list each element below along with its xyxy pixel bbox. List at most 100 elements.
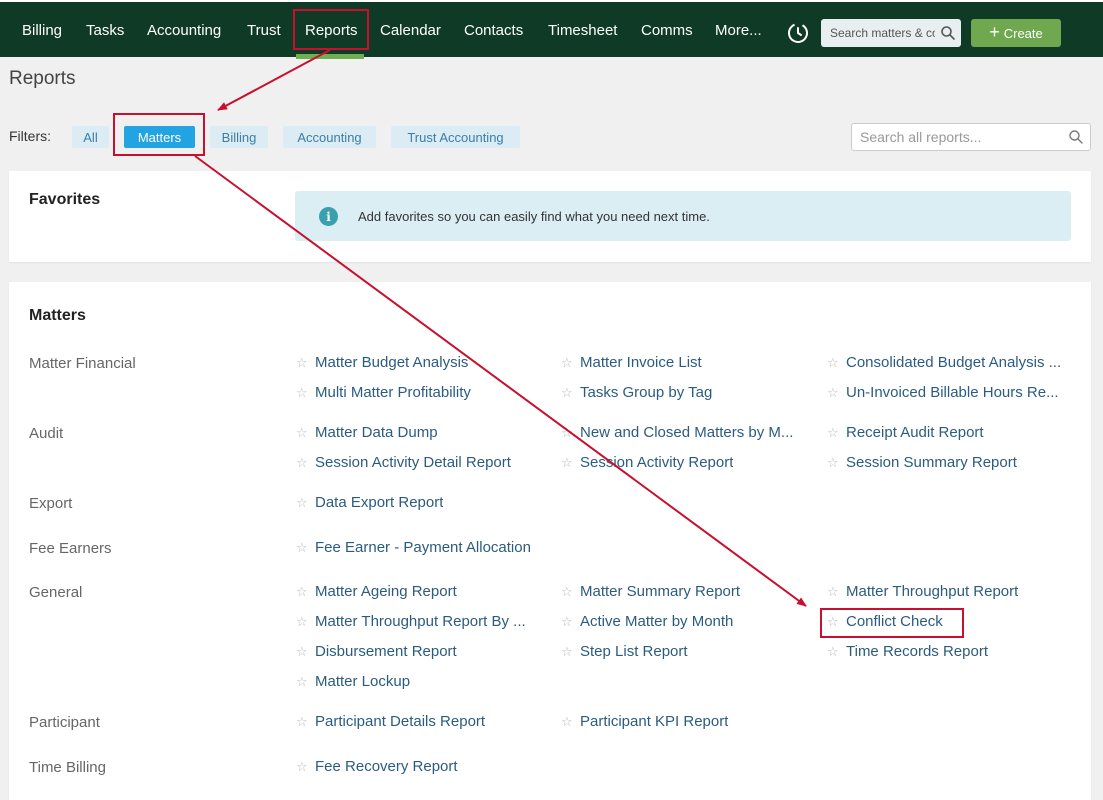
report-link[interactable]: ☆ New and Closed Matters by M... xyxy=(561,424,793,441)
star-icon[interactable]: ☆ xyxy=(296,425,309,441)
nav-more[interactable]: More... xyxy=(715,22,762,39)
report-link[interactable]: ☆ Receipt Audit Report xyxy=(827,424,984,441)
report-label: Disbursement Report xyxy=(315,643,457,660)
star-icon[interactable]: ☆ xyxy=(296,540,309,556)
report-label: Multi Matter Profitability xyxy=(315,384,471,401)
star-icon[interactable]: ☆ xyxy=(561,355,574,371)
report-link[interactable]: ☆ Multi Matter Profitability xyxy=(296,384,471,401)
search-icon[interactable] xyxy=(940,25,956,41)
nav-billing[interactable]: Billing xyxy=(22,22,62,39)
report-link[interactable]: ☆ Session Summary Report xyxy=(827,454,1017,471)
star-icon[interactable]: ☆ xyxy=(296,759,309,775)
category-general: General xyxy=(29,584,83,601)
nav-timesheet[interactable]: Timesheet xyxy=(548,22,617,39)
star-icon[interactable]: ☆ xyxy=(827,584,840,600)
report-link[interactable]: ☆ Disbursement Report xyxy=(296,643,457,660)
report-label: Data Export Report xyxy=(315,494,444,511)
report-link[interactable]: ☆ Step List Report xyxy=(561,643,688,660)
report-label: Matter Throughput Report xyxy=(846,583,1019,600)
star-icon[interactable]: ☆ xyxy=(827,425,840,441)
report-link[interactable]: ☆ Active Matter by Month xyxy=(561,613,733,630)
star-icon[interactable]: ☆ xyxy=(827,614,840,630)
nav-trust[interactable]: Trust xyxy=(247,22,281,39)
report-label: Tasks Group by Tag xyxy=(580,384,713,401)
star-icon[interactable]: ☆ xyxy=(561,644,574,660)
report-link[interactable]: ☆ Consolidated Budget Analysis ... xyxy=(827,354,1061,371)
star-icon[interactable]: ☆ xyxy=(296,614,309,630)
top-nav: Billing Tasks Accounting Trust Reports C… xyxy=(0,0,1103,59)
nav-tasks[interactable]: Tasks xyxy=(86,22,124,39)
report-link-conflict-check[interactable]: ☆ Conflict Check xyxy=(827,613,943,630)
report-label: Fee Earner - Payment Allocation xyxy=(315,539,531,556)
report-label: Session Activity Report xyxy=(580,454,734,471)
star-icon[interactable]: ☆ xyxy=(296,495,309,511)
report-link[interactable]: ☆ Matter Budget Analysis xyxy=(296,354,468,371)
report-label: Consolidated Budget Analysis ... xyxy=(846,354,1062,371)
report-link[interactable]: ☆ Session Activity Detail Report xyxy=(296,454,511,471)
filter-chip-billing[interactable]: Billing xyxy=(210,126,268,148)
star-icon[interactable]: ☆ xyxy=(561,455,574,471)
star-icon[interactable]: ☆ xyxy=(561,714,574,730)
report-label: Step List Report xyxy=(580,643,688,660)
report-search-input[interactable] xyxy=(851,123,1091,151)
nav-active-indicator xyxy=(296,54,364,59)
report-link[interactable]: ☆ Matter Lockup xyxy=(296,673,410,690)
category-export: Export xyxy=(29,495,73,512)
report-link[interactable]: ☆ Participant KPI Report xyxy=(561,713,728,730)
report-link[interactable]: ☆ Matter Ageing Report xyxy=(296,583,457,600)
history-icon[interactable] xyxy=(786,21,810,45)
report-link[interactable]: ☆ Un-Invoiced Billable Hours Re... xyxy=(827,384,1059,401)
report-link[interactable]: ☆ Matter Invoice List xyxy=(561,354,702,371)
report-label: Session Activity Detail Report xyxy=(315,454,511,471)
info-icon: i xyxy=(319,207,338,226)
filter-chip-matters[interactable]: Matters xyxy=(124,126,195,148)
filter-chip-accounting[interactable]: Accounting xyxy=(283,126,376,148)
star-icon[interactable]: ☆ xyxy=(561,584,574,600)
star-icon[interactable]: ☆ xyxy=(827,385,840,401)
nav-comms[interactable]: Comms xyxy=(641,22,693,39)
nav-reports[interactable]: Reports xyxy=(305,22,358,39)
search-icon[interactable] xyxy=(1068,129,1084,145)
report-link[interactable]: ☆ Data Export Report xyxy=(296,494,443,511)
star-icon[interactable]: ☆ xyxy=(827,455,840,471)
star-icon[interactable]: ☆ xyxy=(296,674,309,690)
create-button[interactable]: + Create xyxy=(971,19,1061,47)
report-link[interactable]: ☆ Matter Throughput Report By ... xyxy=(296,613,526,630)
star-icon[interactable]: ☆ xyxy=(296,644,309,660)
star-icon[interactable]: ☆ xyxy=(296,385,309,401)
report-link[interactable]: ☆ Fee Recovery Report xyxy=(296,758,458,775)
nav-calendar[interactable]: Calendar xyxy=(380,22,441,39)
star-icon[interactable]: ☆ xyxy=(296,584,309,600)
star-icon[interactable]: ☆ xyxy=(827,355,840,371)
report-link[interactable]: ☆ Participant Details Report xyxy=(296,713,485,730)
star-icon[interactable]: ☆ xyxy=(296,355,309,371)
report-link[interactable]: ☆ Fee Earner - Payment Allocation xyxy=(296,539,531,556)
report-link[interactable]: ☆ Matter Throughput Report xyxy=(827,583,1018,600)
filters-label: Filters: xyxy=(9,128,51,144)
favorites-info-box: i Add favorites so you can easily find w… xyxy=(295,191,1071,241)
report-label: Receipt Audit Report xyxy=(846,424,984,441)
star-icon[interactable]: ☆ xyxy=(561,614,574,630)
report-label: New and Closed Matters by M... xyxy=(580,424,794,441)
nav-accounting[interactable]: Accounting xyxy=(147,22,221,39)
report-link[interactable]: ☆ Time Records Report xyxy=(827,643,988,660)
nav-contacts[interactable]: Contacts xyxy=(464,22,523,39)
favorites-info-text: Add favorites so you can easily find wha… xyxy=(358,209,710,224)
star-icon[interactable]: ☆ xyxy=(561,385,574,401)
report-label: Matter Invoice List xyxy=(580,354,702,371)
star-icon[interactable]: ☆ xyxy=(827,644,840,660)
report-link[interactable]: ☆ Matter Summary Report xyxy=(561,583,740,600)
report-label: Session Summary Report xyxy=(846,454,1017,471)
star-icon[interactable]: ☆ xyxy=(296,455,309,471)
report-link[interactable]: ☆ Matter Data Dump xyxy=(296,424,438,441)
report-label: Matter Ageing Report xyxy=(315,583,457,600)
filter-chip-all[interactable]: All xyxy=(72,126,109,148)
report-link[interactable]: ☆ Session Activity Report xyxy=(561,454,733,471)
report-label: Participant KPI Report xyxy=(580,713,729,730)
star-icon[interactable]: ☆ xyxy=(561,425,574,441)
plus-icon: + xyxy=(989,22,1000,42)
star-icon[interactable]: ☆ xyxy=(296,714,309,730)
filter-chip-trust-accounting[interactable]: Trust Accounting xyxy=(391,126,520,148)
report-link[interactable]: ☆ Tasks Group by Tag xyxy=(561,384,712,401)
category-participant: Participant xyxy=(29,714,100,731)
